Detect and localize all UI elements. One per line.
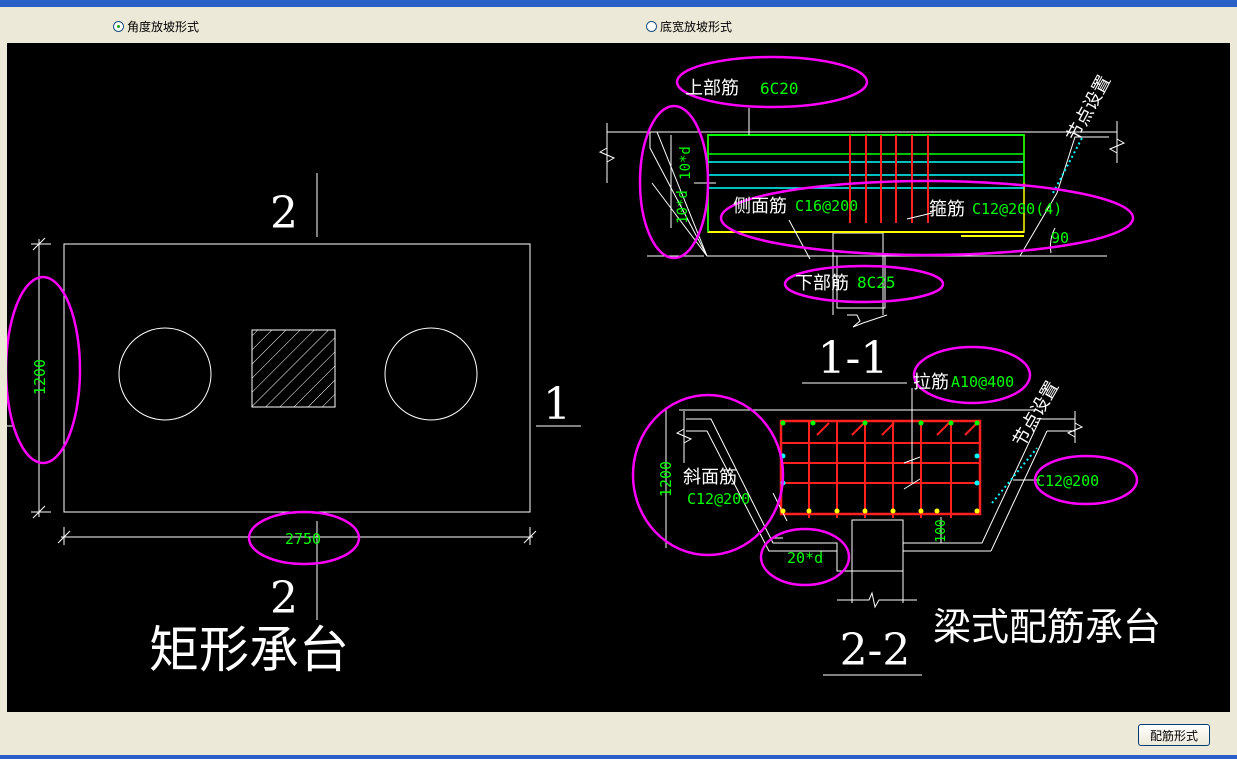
section-2-2: 拉筋 A10@400 斜面筋 C12@200 C12@200 20*d 1200…: [631, 345, 1161, 676]
tie-rebar-value: A10@400: [951, 373, 1014, 391]
radio-unselected-icon: [646, 21, 657, 32]
top-rebar-label: 上部筋: [685, 78, 739, 99]
dim-height-text: 1200: [31, 359, 49, 395]
cad-drawing: 2750 1200 2 2 1 矩形承台 上部筋 6C20 侧面筋 C16@20…: [7, 55, 1161, 679]
side-rebar-value: C16@200: [795, 197, 858, 215]
rect-cap-title: 矩形承台: [149, 621, 349, 679]
bottom-rebar-label: 下部筋: [795, 273, 849, 294]
tie-rebar-label: 拉筋: [913, 372, 949, 393]
stirrup-label: 箍筋: [929, 199, 965, 220]
width-slope-label: 底宽放坡形式: [660, 20, 733, 34]
section-mark-top: 2: [270, 188, 298, 239]
section-mark-right: 1: [543, 379, 571, 430]
column-hatched: [251, 329, 336, 408]
window-top-border: [0, 0, 1237, 7]
pile-right: [384, 327, 478, 421]
angle-text: 90: [1051, 229, 1069, 247]
anchor-length-lower: 10*d: [675, 190, 691, 224]
pile-left: [118, 327, 212, 421]
slant-rebar-value: C12@200: [687, 490, 750, 508]
rebar-form-button[interactable]: 配筋形式: [1138, 724, 1210, 746]
top-rebar-value: 6C20: [760, 79, 799, 98]
section-2-2-title: 2-2: [840, 625, 911, 676]
window-bottom-border: [0, 755, 1237, 759]
node-setting-link-1[interactable]: 节点设置: [1063, 72, 1115, 145]
angle-slope-radio[interactable]: 角度放坡形式: [113, 18, 199, 35]
section-1-1-title: 1-1: [818, 333, 889, 384]
bottom-rebar-value: 8C25: [857, 273, 896, 292]
angle-slope-label: 角度放坡形式: [127, 20, 200, 34]
slope-mode-bar: 角度放坡形式 底宽放坡形式: [0, 7, 1237, 43]
beam-cap-title: 梁式配筋承台: [933, 605, 1161, 649]
stirrup-value: C12@200(4): [972, 200, 1062, 218]
width-slope-radio[interactable]: 底宽放坡形式: [646, 18, 732, 35]
anchor-length-text: 20*d: [787, 549, 823, 567]
dim-width-text: 2750: [285, 530, 321, 548]
height-dim-text: 1200: [657, 461, 675, 497]
right-slope-rebar-value: C12@200: [1036, 472, 1099, 490]
gap-dim-text: 100: [934, 519, 949, 542]
radio-selected-icon: [113, 21, 124, 32]
side-rebar-label: 侧面筋: [733, 196, 787, 217]
section-1-1: 上部筋 6C20 侧面筋 C16@200 箍筋 C12@200(4) 下部筋 8…: [598, 55, 1135, 384]
section-mark-bottom: 2: [270, 573, 298, 624]
anchor-length-upper: 10*d: [678, 146, 694, 180]
drawing-canvas: 2750 1200 2 2 1 矩形承台 上部筋 6C20 侧面筋 C16@20…: [7, 43, 1230, 712]
rect-cap-plan: 2750 1200 2 2 1 矩形承台: [7, 173, 581, 679]
slant-rebar-label: 斜面筋: [683, 467, 737, 488]
node-setting-link-2[interactable]: 节点设置: [1009, 378, 1063, 451]
